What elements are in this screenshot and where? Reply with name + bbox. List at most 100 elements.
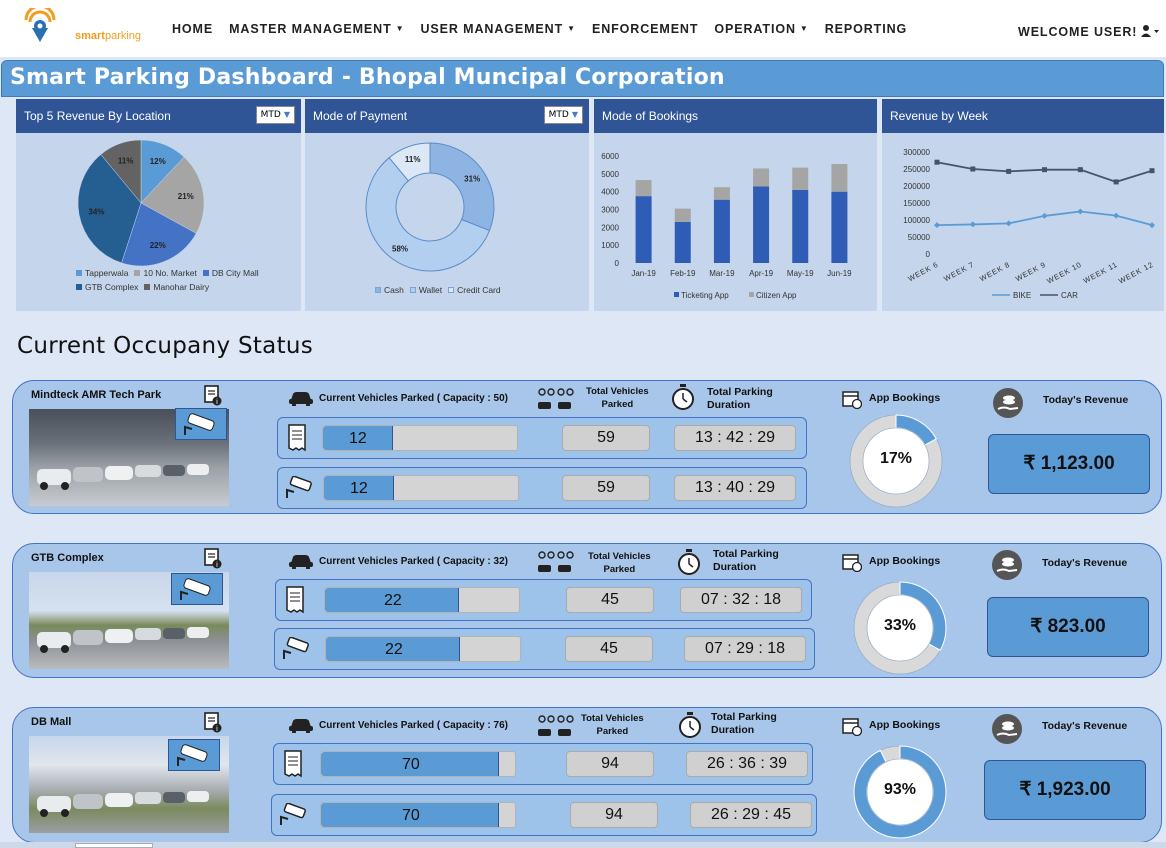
- smartparking-logo[interactable]: smartparking: [20, 8, 150, 48]
- stopwatch-icon: [679, 712, 701, 738]
- vehicle-types-icon: [538, 551, 574, 572]
- dashboard-title-bar: Smart Parking Dashboard - Bhopal Muncipa…: [1, 60, 1164, 97]
- mode-of-bookings-panel: Mode of Bookings 0 1000 2000 3000 4000 5000 60…: [594, 99, 877, 311]
- caret-down-icon: ▼: [567, 24, 576, 33]
- caret-down-icon: ▼: [395, 24, 405, 33]
- calendar-clock-icon: [842, 554, 862, 572]
- legend-label: Citizen App: [756, 291, 797, 300]
- mtd-filter-dropdown[interactable]: MTD ▼: [255, 106, 295, 124]
- nav-master-management[interactable]: MASTER MANAGEMENT ▼: [229, 22, 404, 36]
- logo-text: smartparking: [75, 30, 142, 42]
- line-point: [1042, 167, 1047, 173]
- parking-duration-value: 26 : 36 : 39: [686, 751, 808, 777]
- page-title: Smart Parking Dashboard - Bhopal Muncipa…: [10, 65, 725, 90]
- revenue-coins-icon: [992, 714, 1022, 744]
- info-document-icon[interactable]: i: [203, 385, 223, 407]
- legend-label: BIKE: [1013, 291, 1031, 300]
- cctv-camera-badge[interactable]: [171, 573, 223, 605]
- bar: [713, 187, 730, 200]
- legend-label: Ticketing App: [681, 291, 729, 300]
- x-tick-label: Jun-19: [827, 269, 852, 278]
- nav-reporting[interactable]: REPORTING: [825, 22, 907, 36]
- y-tick-label: 0: [615, 259, 620, 268]
- revenue-by-week-panel: Revenue by Week 0 50000 100000 150000 200000…: [882, 99, 1164, 311]
- line-point: [934, 222, 940, 229]
- parked-vehicles-bar: 22: [324, 587, 520, 613]
- x-tick-label: WEEK 7: [942, 260, 976, 284]
- user-menu-icon[interactable]: [1141, 25, 1159, 40]
- revenue-week-line-chart: 0 50000 100000 150000 200000 250000 300000 WEEK…: [903, 148, 1155, 300]
- legend-item: Wallet: [409, 285, 442, 295]
- todays-revenue-value: ₹ 1,123.00: [988, 434, 1150, 494]
- mtd-filter-dropdown[interactable]: MTD ▼: [543, 106, 583, 124]
- nav-operation[interactable]: OPERATION ▼: [714, 22, 808, 36]
- receipt-icon: [288, 424, 306, 452]
- y-tick-label: 1000: [601, 241, 619, 250]
- caret-down-icon: ▼: [571, 110, 578, 119]
- bar: [674, 221, 691, 263]
- cctv-camera-badge[interactable]: [168, 739, 220, 771]
- sheet-tab[interactable]: [75, 843, 153, 848]
- todays-revenue-label: Today's Revenue: [1043, 394, 1129, 406]
- capacity-label: Current Vehicles Parked ( Capacity : 32): [319, 556, 508, 567]
- line-point: [1113, 212, 1120, 219]
- cctv-camera-badge[interactable]: [175, 408, 227, 440]
- x-tick-label: Feb-19: [670, 269, 696, 278]
- revenue-by-location-panel: Top 5 Revenue By Location MTD ▼ 12% 21% 22%…: [16, 99, 301, 311]
- location-name: Mindteck AMR Tech Park: [31, 389, 162, 401]
- total-vehicles-value: 94: [566, 751, 654, 777]
- total-duration-label: Total Parking Duration: [707, 386, 773, 411]
- donut-data-label: 11%: [405, 155, 421, 164]
- legend-swatch: [749, 292, 754, 297]
- nav-home[interactable]: HOME: [172, 22, 213, 36]
- bookings-bar-chart: 0 1000 2000 3000 4000 5000 6000 Jan-19 Feb-19 Mar…: [601, 152, 852, 300]
- y-tick-label: 100000: [903, 216, 930, 225]
- revenue-coins-icon: [993, 388, 1023, 418]
- pie-data-label: 22%: [150, 241, 166, 250]
- capacity-label: Current Vehicles Parked ( Capacity : 50): [319, 393, 508, 404]
- total-vehicles-value: 59: [562, 425, 650, 451]
- parking-duration-value: 07 : 32 : 18: [680, 587, 802, 613]
- receipt-icon: [286, 586, 304, 614]
- parked-vehicles-count: 12: [349, 430, 367, 447]
- todays-revenue-value: ₹ 1,923.00: [984, 760, 1146, 820]
- location-name: GTB Complex: [31, 552, 104, 564]
- cctv-camera-icon: [180, 578, 211, 600]
- legend-swatch: [674, 292, 679, 297]
- parked-vehicles-bar: 22: [325, 636, 521, 662]
- x-tick-label: WEEK 10: [1045, 260, 1083, 286]
- parked-vehicles-count: 70: [402, 756, 420, 773]
- total-vehicles-value: 45: [565, 636, 653, 662]
- line-point: [970, 166, 976, 172]
- y-tick-label: 200000: [903, 182, 930, 191]
- line-point: [1149, 222, 1155, 229]
- occupancy-section-title: Current Occupany Status: [17, 333, 314, 359]
- svg-text:i: i: [216, 561, 218, 569]
- bar: [635, 180, 652, 197]
- info-document-icon[interactable]: i: [203, 712, 223, 734]
- info-document-icon[interactable]: i: [203, 548, 223, 570]
- bar: [753, 168, 770, 187]
- app-bookings-label: App Bookings: [869, 555, 941, 567]
- legend-item: Credit Card: [448, 285, 501, 295]
- nav-enforcement[interactable]: ENFORCEMENT: [592, 22, 698, 36]
- line-point: [1077, 167, 1083, 173]
- legend-item: GTB Complex: [76, 280, 138, 294]
- y-tick-label: 250000: [903, 165, 930, 174]
- x-tick-label: Jan-19: [631, 269, 656, 278]
- app-bookings-donut: 33%: [853, 581, 947, 675]
- todays-revenue-value: ₹ 823.00: [987, 597, 1149, 657]
- total-vehicles-label: Total Vehicles Parked: [586, 386, 649, 410]
- donut-slice: [429, 142, 495, 232]
- line-point: [934, 159, 940, 165]
- mode-of-payment-panel: Mode of Payment MTD ▼ 31% 58% 11% Cash Walle…: [305, 99, 589, 311]
- car-icon: [289, 719, 313, 733]
- user-icon: [1141, 25, 1159, 37]
- nav-user-management[interactable]: USER MANAGEMENT ▼: [420, 22, 576, 36]
- line-point: [1041, 212, 1048, 219]
- y-tick-label: 3000: [601, 206, 619, 215]
- bar: [674, 208, 691, 222]
- top-navbar: smartparking HOME MASTER MANAGEMENT ▼ USE…: [0, 0, 1166, 58]
- vehicle-types-icon: [538, 388, 574, 409]
- camera-count-row: 12 59 13 : 40 : 29: [277, 467, 807, 509]
